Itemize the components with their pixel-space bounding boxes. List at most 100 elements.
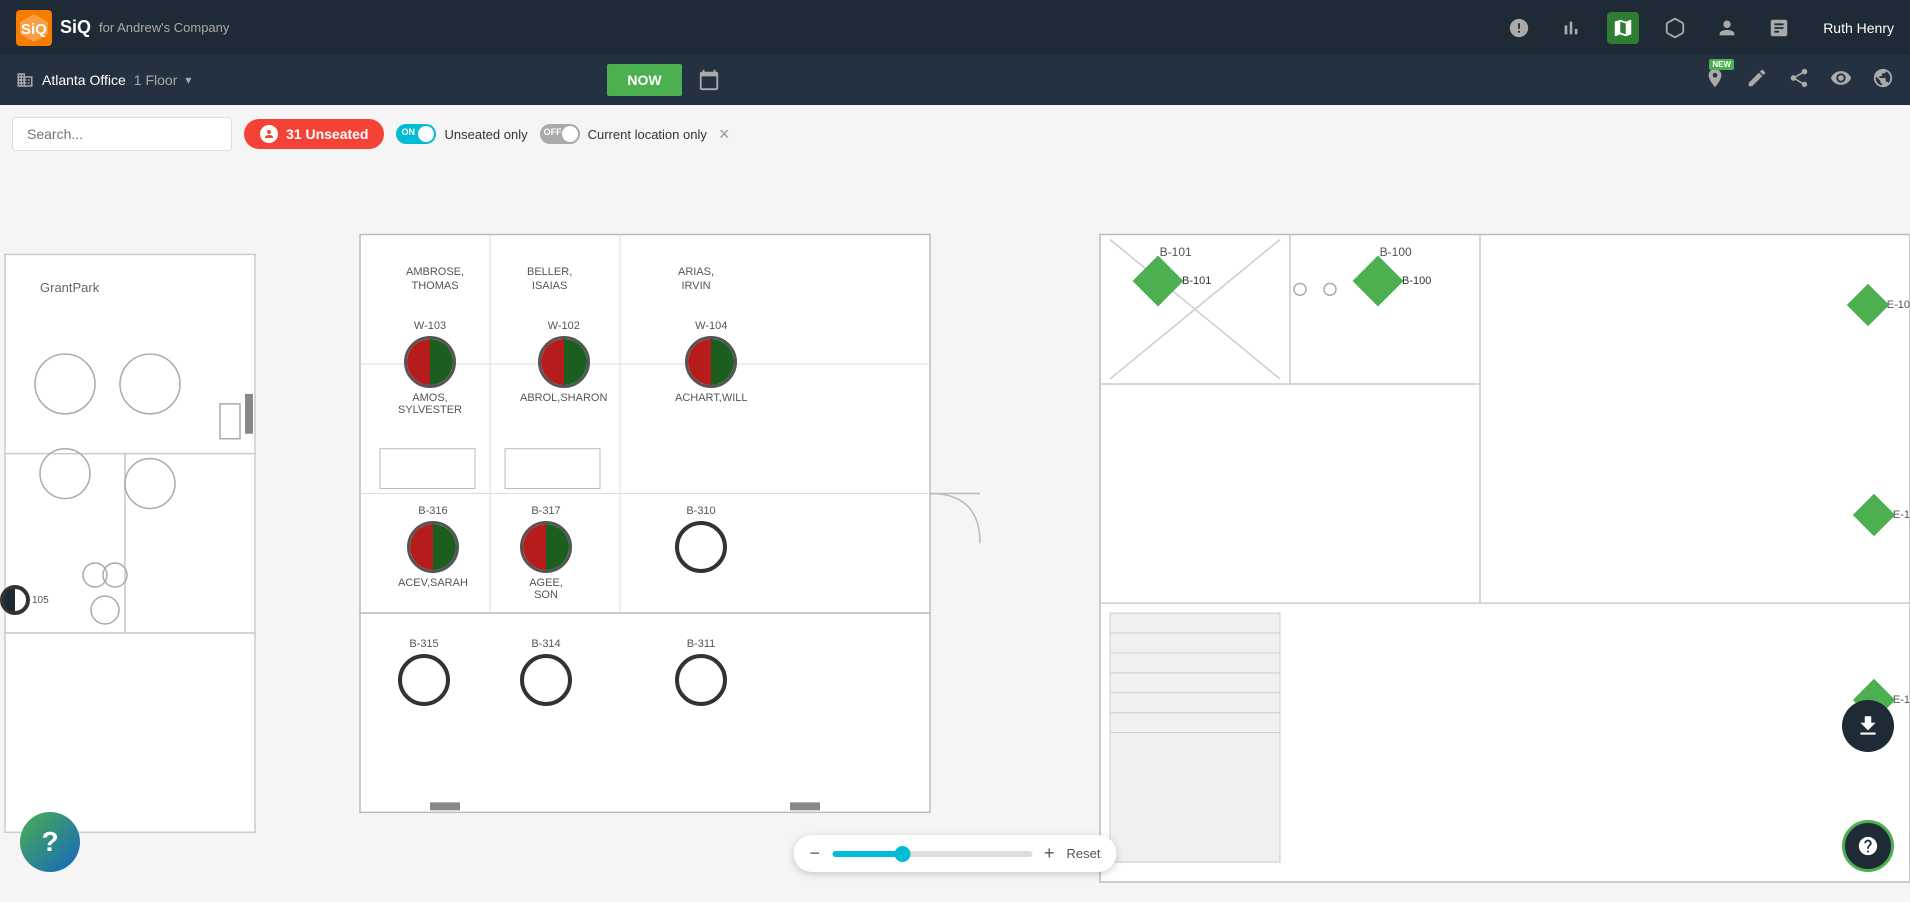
unseated-only-label: Unseated only (444, 127, 527, 142)
seat-id-b317: B-317 (531, 505, 560, 517)
zoom-thumb[interactable] (894, 846, 910, 862)
zoom-reset-button[interactable]: Reset (1067, 846, 1101, 861)
office-selector[interactable]: Atlanta Office 1 Floor ▾ (16, 71, 191, 89)
main-content: 31 Unseated ON Unseated only OFF Current… (0, 105, 1910, 902)
chair-group-svg (80, 555, 130, 635)
unseated-count: 31 Unseated (286, 126, 368, 142)
seat-name-b317: AGEE,SON (529, 577, 563, 601)
zoom-plus-button[interactable]: + (1044, 843, 1055, 864)
box-icon[interactable] (1659, 12, 1691, 44)
new-feature-button[interactable]: NEW (1704, 67, 1726, 94)
chair-area-1 (80, 555, 130, 640)
location-only-toggle[interactable]: OFF Current location only (540, 124, 707, 144)
seat-b311[interactable]: B-311 (675, 638, 727, 706)
grantpark-label: GrantPark (40, 280, 99, 295)
download-button[interactable] (1842, 700, 1894, 752)
room-e10-diamond-1[interactable] (1847, 284, 1889, 326)
room-b101-label: B-101 (1140, 245, 1211, 259)
seat-name-b316: ACEV,SARAH (398, 577, 468, 589)
download-icon (1855, 713, 1881, 739)
second-navigation: Atlanta Office 1 Floor ▾ NOW NEW (0, 55, 1910, 105)
nav-icons: Ruth Henry (1503, 12, 1894, 44)
zoom-fill (832, 851, 902, 857)
room-e10-marker-1[interactable]: E-10 (1853, 290, 1910, 320)
help-button-main[interactable]: ? (20, 812, 80, 872)
dropdown-arrow: ▾ (185, 73, 191, 87)
floor-plan[interactable]: 31 Unseated ON Unseated only OFF Current… (0, 105, 1910, 902)
edit-button[interactable] (1746, 67, 1768, 94)
seat-id-w102: W-102 (548, 320, 580, 332)
seat-w102[interactable]: W-102 ABROL,SHARON (520, 320, 607, 404)
seat-id-b310: B-310 (686, 505, 715, 517)
room-e1-label-3: E-1 (1893, 694, 1910, 706)
floor-plan-svg (0, 105, 1910, 902)
calendar-button[interactable] (698, 69, 720, 91)
room-e1-diamond-2[interactable] (1853, 494, 1895, 536)
top-navigation: SiQ SiQ for Andrew's Company Ruth Henry (0, 0, 1910, 55)
room-b100-diamond[interactable] (1353, 256, 1404, 307)
seat-name-w104: ACHART,WILL (675, 392, 748, 404)
seat-id-w104: W-104 (695, 320, 727, 332)
seat-name-w102: ABROL,SHARON (520, 392, 607, 404)
seat-circle-b315[interactable] (398, 654, 450, 706)
seat-circle-w104[interactable] (685, 336, 737, 388)
zoom-minus-button[interactable]: − (810, 843, 821, 864)
room-e1-marker-2[interactable]: E-1 (1859, 500, 1910, 530)
seat-id-b314: B-314 (531, 638, 560, 650)
room-b100-label: B-100 (1360, 245, 1431, 259)
seat-w104[interactable]: W-104 ACHART,WILL (675, 320, 748, 404)
seat-circle-w102[interactable] (538, 336, 590, 388)
seat-circle-b311[interactable] (675, 654, 727, 706)
globe-button[interactable] (1872, 67, 1894, 94)
map-icon[interactable] (1607, 12, 1639, 44)
user-name: Ruth Henry (1823, 20, 1894, 36)
room-105-label: 105 (32, 595, 49, 606)
seat-circle-b316[interactable] (407, 521, 459, 573)
seat-circle-b310[interactable] (675, 521, 727, 573)
room-e1-label-2: E-1 (1893, 509, 1910, 521)
alert-icon[interactable] (1503, 12, 1535, 44)
reports-icon[interactable] (1763, 12, 1795, 44)
share-button[interactable] (1788, 67, 1810, 94)
above-seat-label-1: AMBROSE,THOMAS (406, 265, 464, 294)
office-name: Atlanta Office (42, 72, 126, 88)
unseated-only-toggle[interactable]: ON Unseated only (396, 124, 527, 144)
filter-close-button[interactable]: × (719, 124, 730, 145)
chart-icon[interactable] (1555, 12, 1587, 44)
above-seat-label-3: ARIAS,IRVIN (678, 265, 714, 294)
help-button-right[interactable] (1842, 820, 1894, 872)
room-b101-marker[interactable]: B-101 (1140, 263, 1211, 299)
filter-bar: 31 Unseated ON Unseated only OFF Current… (12, 117, 729, 151)
person-icon[interactable] (1711, 12, 1743, 44)
seat-id-b316: B-316 (418, 505, 447, 517)
above-seat-label-2: BELLER,ISAIAS (527, 265, 572, 294)
seat-w103[interactable]: W-103 AMOS,SYLVESTER (398, 320, 462, 416)
location-toggle-control[interactable]: OFF (540, 124, 580, 144)
seat-b315[interactable]: B-315 (398, 638, 450, 706)
svg-text:SiQ: SiQ (21, 21, 47, 38)
unseated-toggle-control[interactable]: ON (396, 124, 436, 144)
company-label: for Andrew's Company (99, 20, 229, 35)
help-icon-right (1857, 835, 1879, 857)
seat-b316[interactable]: B-316 ACEV,SARAH (398, 505, 468, 589)
seat-105-circle[interactable] (0, 585, 30, 615)
logo-area: SiQ SiQ for Andrew's Company (16, 10, 229, 46)
second-nav-right: NEW (1704, 67, 1894, 94)
unseated-filter-button[interactable]: 31 Unseated (244, 119, 384, 149)
search-input[interactable] (12, 117, 232, 151)
seat-b310[interactable]: B-310 (675, 505, 727, 573)
seat-b314[interactable]: B-314 (520, 638, 572, 706)
seat-circle-w103[interactable] (404, 336, 456, 388)
room-b100-area: B-100 B-100 (1360, 245, 1431, 299)
room-b100-marker[interactable]: B-100 (1360, 263, 1431, 299)
seat-b317[interactable]: B-317 AGEE,SON (520, 505, 572, 601)
room-b100-sublabel: B-100 (1402, 275, 1431, 287)
zoom-bar: − + Reset (794, 835, 1117, 872)
eye-button[interactable] (1830, 67, 1852, 94)
room-b101-diamond[interactable] (1133, 256, 1184, 307)
room-b101-sublabel: B-101 (1182, 275, 1211, 287)
now-button[interactable]: NOW (607, 64, 681, 96)
zoom-slider[interactable] (832, 851, 1032, 857)
seat-circle-b317[interactable] (520, 521, 572, 573)
seat-circle-b314[interactable] (520, 654, 572, 706)
